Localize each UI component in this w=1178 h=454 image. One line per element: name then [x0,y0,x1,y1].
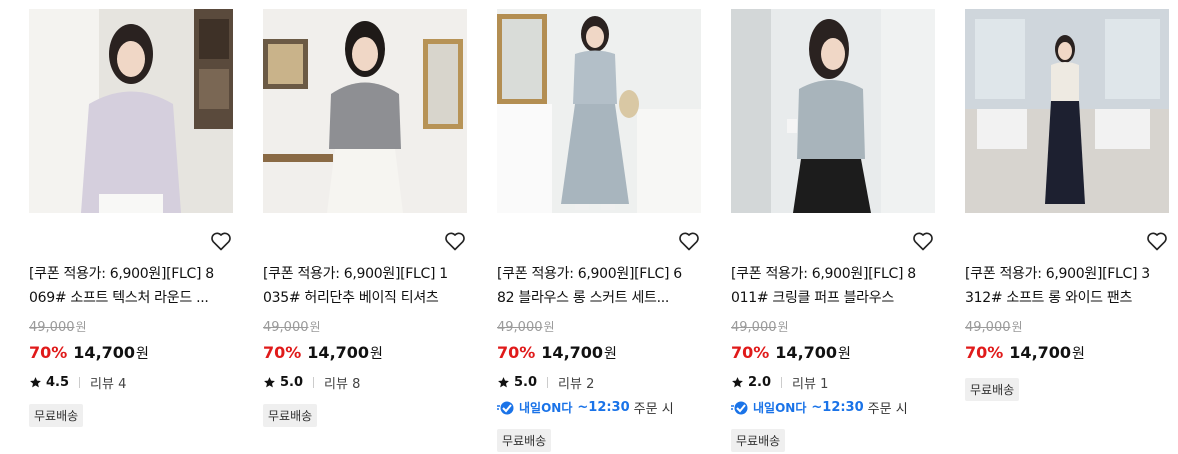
original-price: 49,000원 [29,320,87,335]
rating-row: 5.0 리뷰 8 [263,373,360,392]
product-card[interactable]: [쿠폰 적용가: 6,900원][FLC] 3 312# 소프트 롱 와이드 팬… [965,0,1169,454]
sale-price: 70% 14,700원 [731,343,851,362]
discount-rate: 70% [29,343,68,362]
free-shipping-badge: 무료배송 [497,429,552,452]
free-shipping-badge: 무료배송 [263,404,318,427]
review-count: 리뷰 4 [90,377,127,392]
delivery-info: 내일ON다 ~12:30 주문 시 [731,398,908,417]
delivery-truck-icon [497,401,514,414]
product-card[interactable]: [쿠폰 적용가: 6,900원][FLC] 8 069# 소프트 텍스처 라운드… [29,0,233,454]
rating-row: 5.0 리뷰 2 [497,373,594,392]
sale-price: 70% 14,700원 [263,343,383,362]
original-price: 49,000원 [497,320,555,335]
sale-price: 70% 14,700원 [965,343,1085,362]
product-image[interactable] [731,9,935,213]
heart-outline-icon [445,232,465,251]
heart-outline-icon [913,232,933,251]
free-shipping-badge: 무료배송 [965,378,1020,401]
heart-outline-icon [679,232,699,251]
delivery-logo: 내일ON다 [731,399,806,416]
review-count: 리뷰 8 [324,377,361,392]
free-shipping-badge: 무료배송 [731,429,786,452]
delivery-info: 내일ON다 ~12:30 주문 시 [497,398,674,417]
product-image[interactable] [29,9,233,213]
rating-score: 5.0 [280,375,304,390]
review-count: 리뷰 1 [792,377,829,392]
star-icon [498,377,509,388]
product-image[interactable] [497,9,701,213]
discount-rate: 70% [263,343,302,362]
free-shipping-badge: 무료배송 [29,404,84,427]
delivery-logo: 내일ON다 [497,399,572,416]
product-image[interactable] [263,9,467,213]
original-price: 49,000원 [731,320,789,335]
wishlist-button[interactable] [911,229,935,253]
heart-outline-icon [1147,232,1167,251]
rating-score: 4.5 [46,375,70,390]
product-title[interactable]: [쿠폰 적용가: 6,900원][FLC] 1 035# 허리단추 베이직 티셔… [263,262,467,310]
sale-price: 70% 14,700원 [497,343,617,362]
original-price: 49,000원 [263,320,321,335]
wishlist-button[interactable] [209,229,233,253]
star-icon [30,377,41,388]
product-image[interactable] [965,9,1169,213]
delivery-cutoff: ~12:30 [811,400,864,415]
star-icon [732,377,743,388]
sale-price: 70% 14,700원 [29,343,149,362]
rating-score: 5.0 [514,375,538,390]
rating-row: 2.0 리뷰 1 [731,373,828,392]
discount-rate: 70% [731,343,770,362]
wishlist-button[interactable] [443,229,467,253]
rating-row: 4.5 리뷰 4 [29,373,126,392]
product-card[interactable]: [쿠폰 적용가: 6,900원][FLC] 8 011# 크링클 퍼프 블라우스… [731,0,935,454]
product-card[interactable]: [쿠폰 적용가: 6,900원][FLC] 6 82 블라우스 롱 스커트 세트… [497,0,701,454]
discount-rate: 70% [965,343,1004,362]
wishlist-button[interactable] [1145,229,1169,253]
product-title[interactable]: [쿠폰 적용가: 6,900원][FLC] 8 011# 크링클 퍼프 블라우스 [731,262,935,310]
review-count: 리뷰 2 [558,377,595,392]
product-title[interactable]: [쿠폰 적용가: 6,900원][FLC] 8 069# 소프트 텍스처 라운드… [29,262,233,310]
discount-rate: 70% [497,343,536,362]
delivery-truck-icon [731,401,748,414]
wishlist-button[interactable] [677,229,701,253]
original-price: 49,000원 [965,320,1023,335]
product-card[interactable]: [쿠폰 적용가: 6,900원][FLC] 1 035# 허리단추 베이직 티셔… [263,0,467,454]
delivery-cutoff: ~12:30 [577,400,630,415]
heart-outline-icon [211,232,231,251]
product-title[interactable]: [쿠폰 적용가: 6,900원][FLC] 6 82 블라우스 롱 스커트 세트… [497,262,701,310]
delivery-order-label: 주문 시 [867,402,908,417]
star-icon [264,377,275,388]
product-title[interactable]: [쿠폰 적용가: 6,900원][FLC] 3 312# 소프트 롱 와이드 팬… [965,262,1169,310]
rating-score: 2.0 [748,375,772,390]
delivery-order-label: 주문 시 [633,402,674,417]
